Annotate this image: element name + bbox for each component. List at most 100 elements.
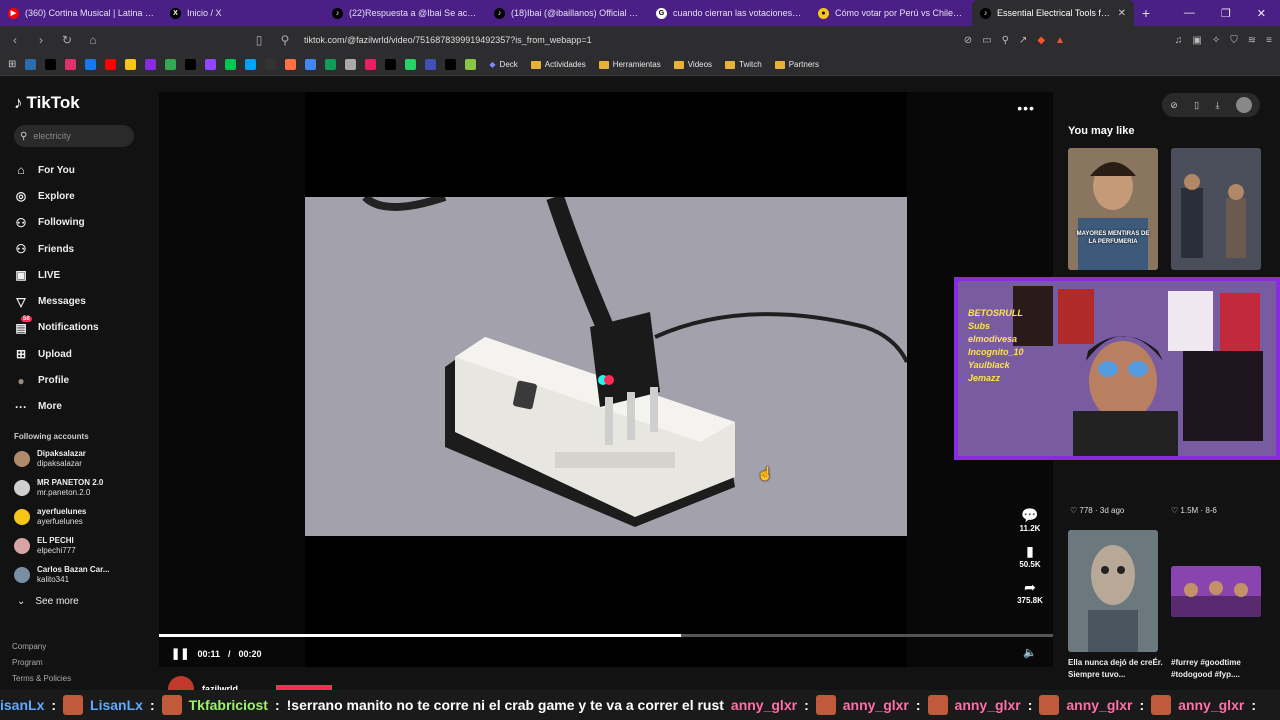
comment-button[interactable]: 💬 11.2K <box>1017 507 1043 533</box>
share-button[interactable]: ➦ 375.8K <box>1017 579 1043 605</box>
nav-item-explore[interactable]: ◎ Explore <box>14 183 150 209</box>
back-icon[interactable]: ‹ <box>8 33 22 47</box>
bookmark-favicon-icon[interactable] <box>325 59 337 70</box>
following-account[interactable]: EL PECHI elpechi777 <box>14 536 150 557</box>
music-icon[interactable]: ♫ <box>1175 35 1183 46</box>
save-button[interactable]: ▮ 50.5K <box>1017 543 1043 569</box>
bookmark-favicon-icon[interactable] <box>265 59 277 70</box>
recommended-thumb-1[interactable]: MAYORES MENTIRAS DE LA PERFUMERIA <box>1068 148 1158 270</box>
video-progress-bar[interactable] <box>159 634 1053 637</box>
nav-item-upload[interactable]: ⊞ Upload <box>14 341 150 367</box>
bookmark-favicon-icon[interactable] <box>25 59 37 70</box>
reload-icon[interactable]: ↻ <box>60 33 74 47</box>
pause-icon[interactable]: ❚❚ <box>171 647 189 660</box>
bookmark-favicon-icon[interactable] <box>85 59 97 70</box>
bookmark-folder[interactable]: Actividades <box>530 60 586 69</box>
bookmark-folder[interactable]: Partners <box>774 60 819 69</box>
site-info-icon[interactable]: ⚲ <box>278 33 292 47</box>
nav-item-live[interactable]: ▣ LIVE <box>14 262 150 288</box>
recommended-thumb-4[interactable] <box>1171 566 1261 617</box>
maximize-button[interactable]: ❐ <box>1221 7 1231 20</box>
bookmark-folder[interactable]: Twitch <box>725 60 762 69</box>
following-account[interactable]: ayerfuelunes ayerfuelunes <box>14 507 150 528</box>
zoom-icon[interactable]: ⚲ <box>1002 35 1009 46</box>
puzzle-icon[interactable]: ✧ <box>1212 35 1220 46</box>
browser-tab[interactable]: X Inicio / X <box>162 0 324 26</box>
nav-item-more[interactable]: ··· More <box>14 394 150 420</box>
bookmark-favicon-icon[interactable] <box>205 59 217 70</box>
bookmark-favicon-icon[interactable] <box>465 59 477 70</box>
share-icon[interactable]: ↗ <box>1019 35 1027 46</box>
bookmark-favicon-icon[interactable] <box>365 59 377 70</box>
bookmark-favicon-icon[interactable] <box>125 59 137 70</box>
see-more-button[interactable]: ⌄ See more <box>14 596 150 607</box>
vpn-icon[interactable]: ≋ <box>1248 35 1256 46</box>
following-account[interactable]: MR PANETON 2.0 mr.paneton.2.0 <box>14 478 150 499</box>
user-avatar[interactable] <box>1235 97 1252 113</box>
bookmark-favicon-icon[interactable] <box>345 59 357 70</box>
forward-icon[interactable]: › <box>34 33 48 47</box>
nav-item-messages[interactable]: ▽ Messages <box>14 288 150 314</box>
tiktok-logo[interactable]: ♪ TikTok <box>14 93 150 113</box>
coins-icon[interactable]: ⊘ <box>1170 100 1178 111</box>
close-tab-icon[interactable]: ✕ <box>1118 8 1126 19</box>
bookmark-icon[interactable]: ▯ <box>252 33 266 47</box>
browser-tab[interactable]: ▶ (360) Cortina Musical | Latina Noticias <box>0 0 162 26</box>
minimize-button[interactable]: — <box>1184 7 1195 20</box>
shield-icon[interactable]: ⛉ <box>1230 35 1238 46</box>
bookmark-favicon-icon[interactable] <box>385 59 397 70</box>
apps-grid-icon[interactable]: ⊞ <box>8 59 16 70</box>
nav-item-profile[interactable]: ● Profile <box>14 367 150 393</box>
browser-tab[interactable]: ♪ Essential Electrical Tools for E ✕ <box>972 0 1134 26</box>
card-caption-2[interactable]: #furrey #goodtime #todogood #fyp.... <box>1171 657 1267 681</box>
nav-item-notifications[interactable]: ▤ Notifications 58 <box>14 315 150 341</box>
bookmark-favicon-icon[interactable] <box>105 59 117 70</box>
bookmark-favicon-icon[interactable] <box>65 59 77 70</box>
footer-link-company[interactable]: Company <box>12 639 71 655</box>
device-icon[interactable]: ▯ <box>1194 100 1199 111</box>
download-icon[interactable]: ⤓ <box>1215 100 1219 111</box>
bookmark-folder[interactable]: Herramientas <box>598 60 661 69</box>
footer-link-terms[interactable]: Terms & Policies <box>12 671 71 687</box>
bookmark-favicon-icon[interactable] <box>45 59 57 70</box>
cast-icon[interactable]: ▭ <box>982 35 991 46</box>
recommended-thumb-2[interactable] <box>1171 148 1261 270</box>
nav-item-following[interactable]: ⚇ Following <box>14 210 150 236</box>
nav-item-for-you[interactable]: ⌂ For You <box>14 157 150 183</box>
browser-tab[interactable]: ♪ (18)Ibai (@ibaillanos) Official | Ti <box>486 0 648 26</box>
url-field[interactable]: tiktok.com/@fazilwrld/video/751687839991… <box>304 35 864 45</box>
menu-icon[interactable]: ≡ <box>1266 35 1272 46</box>
bookmark-favicon-icon[interactable] <box>425 59 437 70</box>
new-tab-button[interactable]: + <box>1134 5 1158 21</box>
volume-icon[interactable]: 🔈 <box>1023 646 1037 659</box>
bookmark-favicon-icon[interactable] <box>165 59 177 70</box>
extension-icon[interactable]: ⊘ <box>964 35 972 46</box>
search-input[interactable]: ⚲ electricity <box>14 125 134 147</box>
bookmark-favicon-icon[interactable] <box>445 59 457 70</box>
following-account[interactable]: Carlos Bazan Car... kalito341 <box>14 565 150 586</box>
bookmark-favicon-icon[interactable] <box>405 59 417 70</box>
wallet-icon[interactable]: ▣ <box>1192 35 1201 46</box>
bookmark-favicon-icon[interactable] <box>285 59 297 70</box>
footer-link-program[interactable]: Program <box>12 655 71 671</box>
browser-tab[interactable]: ♪ (22)Respuesta a @Ibai Se acerca el fi <box>324 0 486 26</box>
rewards-icon[interactable]: ▲ <box>1055 35 1065 46</box>
video-frame[interactable] <box>305 197 907 536</box>
card-caption-1[interactable]: Ella nunca dejó de creÉr. Siempre tuvo..… <box>1068 657 1164 681</box>
home-icon[interactable]: ⌂ <box>86 33 100 47</box>
nav-item-friends[interactable]: ⚇ Friends <box>14 236 150 262</box>
bookmark-deck[interactable]: ◆ Deck <box>489 60 517 69</box>
bookmark-favicon-icon[interactable] <box>305 59 317 70</box>
brave-shield-icon[interactable]: ◆ <box>1037 35 1045 46</box>
bookmark-favicon-icon[interactable] <box>225 59 237 70</box>
following-account[interactable]: Dipaksalazar dipaksalazar <box>14 449 150 470</box>
bookmark-folder[interactable]: Videos <box>673 60 712 69</box>
recommended-thumb-3[interactable] <box>1068 530 1158 652</box>
video-player[interactable]: ••• 💬 11.2K ▮ 50.5K ➦ 375.8K ❚❚ 00:11 / … <box>159 92 1053 667</box>
bookmark-favicon-icon[interactable] <box>145 59 157 70</box>
bookmark-favicon-icon[interactable] <box>185 59 197 70</box>
bookmark-favicon-icon[interactable] <box>245 59 257 70</box>
browser-tab[interactable]: ● Cómo votar por Perú vs Chile en Mu <box>810 0 972 26</box>
browser-tab[interactable]: Gcuando cierran las votaciones del mu <box>648 0 810 26</box>
more-options-icon[interactable]: ••• <box>1017 100 1035 116</box>
